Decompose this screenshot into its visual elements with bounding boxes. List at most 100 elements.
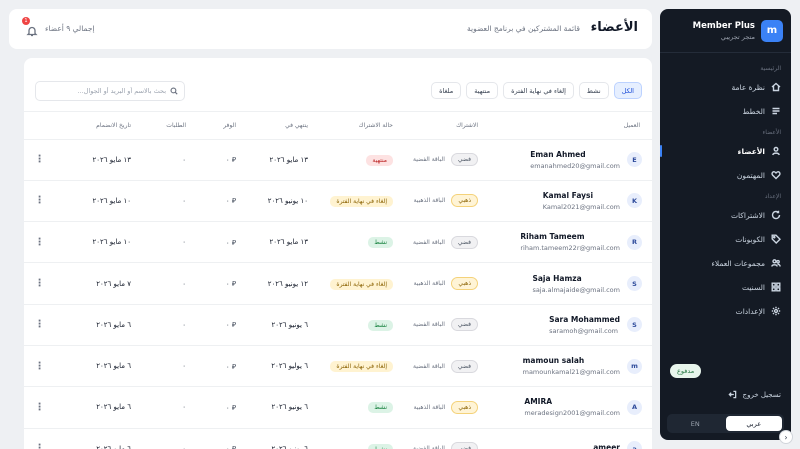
member-name[interactable]: Saja Hamza xyxy=(532,274,620,283)
search-input[interactable] xyxy=(46,87,166,95)
cell-subscription: فضي الباقة الفضية xyxy=(397,428,482,449)
cell-joined: ٦ مايو ٢٠٢٦ xyxy=(55,428,135,449)
plan-name: الباقة الذهبية xyxy=(413,197,446,205)
table-row[interactable]: m mamoun salah mamounkamal21@gmail.com فضي ا… xyxy=(24,345,652,388)
plan-name: الباقة الفضية xyxy=(413,238,445,246)
cell-customer: R Riham Tameem riham.tameem22r@gmail.com xyxy=(482,221,652,264)
member-name[interactable]: Eman Ahmed xyxy=(530,150,620,159)
currency-icon: ⃁ xyxy=(231,197,236,206)
row-menu-button[interactable]: ⋮ xyxy=(24,386,55,429)
cell-orders: ٠ xyxy=(135,221,190,264)
saved-value: ٠ xyxy=(225,156,230,165)
member-email: mamounkamal21@gmail.com xyxy=(522,368,620,377)
table-row[interactable]: S Saja Hamza saja.almajaide@gmail.com ذهبي ا… xyxy=(24,262,652,305)
sidebar-item-overview[interactable]: نظرة عامة xyxy=(660,75,791,99)
plan-name: الباقة الفضية xyxy=(413,156,445,164)
member-name[interactable]: AMIRA xyxy=(524,397,620,406)
sidebar-item-label: نظرة عامة xyxy=(731,82,766,92)
saved-value: ٠ xyxy=(225,321,230,330)
currency-icon: ⃁ xyxy=(231,403,236,412)
sidebar-collapse-button[interactable]: › xyxy=(779,430,793,444)
sidebar-item-settings[interactable]: الإعدادات xyxy=(660,299,791,323)
column-header-ends[interactable]: ينتهي في xyxy=(240,112,312,140)
filter-active[interactable]: نشط xyxy=(578,82,609,99)
table-row[interactable]: A AMIRA meradesign2001@gmail.com ذهبي الباقة… xyxy=(24,386,652,429)
cell-ends: ١٣ مايو ٢٠٢٦ xyxy=(240,221,312,264)
notification-count-badge: 1 xyxy=(22,17,30,25)
avatar: E xyxy=(627,152,642,168)
table-row[interactable]: aameerفضيالباقة الفضيةنشط٦ يونيو ٢٠٢٦⃁ ٠… xyxy=(24,428,652,449)
cell-joined: ٧ مايو ٢٠٢٦ xyxy=(55,262,135,305)
sidebar-item-customer-groups[interactable]: مجموعات العملاء xyxy=(660,251,791,275)
table-row[interactable]: E Eman Ahmed emanahmed20@gmail.com فضي الباق… xyxy=(24,139,652,181)
column-header-saved[interactable]: الوفر xyxy=(190,112,240,140)
saved-value: ٠ xyxy=(225,238,230,247)
member-name[interactable]: mamoun salah xyxy=(523,356,620,365)
column-header-joined[interactable]: تاريخ الانضمام xyxy=(55,112,135,140)
user-icon xyxy=(772,146,780,156)
member-email: riham.tameem22r@gmail.com xyxy=(520,244,620,253)
column-header-subscription[interactable]: الاشتراك xyxy=(397,112,482,140)
brand[interactable]: m Member Plus متجر تجريبي xyxy=(660,9,791,53)
status-badge: منتهية xyxy=(366,154,393,166)
cell-customer: A AMIRA meradesign2001@gmail.com xyxy=(482,386,652,429)
table-row[interactable]: K Kamal Faysi Kamal2021@gmail.com ذهبي الباق… xyxy=(24,180,652,223)
filter-cancelled[interactable]: ملغاة xyxy=(431,82,462,99)
search-box xyxy=(35,81,185,101)
row-menu-button[interactable]: ⋮ xyxy=(24,180,55,223)
row-menu-button[interactable]: ⋮ xyxy=(24,428,55,449)
member-name[interactable]: ameer xyxy=(593,443,620,449)
avatar: K xyxy=(627,193,642,209)
sidebar: m Member Plus متجر تجريبي الرئيسية نظرة … xyxy=(660,9,791,440)
brand-name: Member Plus xyxy=(692,20,755,31)
member-name[interactable]: Kamal Faysi xyxy=(543,191,620,200)
cell-orders: ٠ xyxy=(135,180,190,223)
cell-saved: ⃁ ٠ xyxy=(190,428,240,449)
row-menu-button[interactable]: ⋮ xyxy=(24,304,55,346)
plan-status-badge: مدفوع xyxy=(670,364,702,378)
cell-saved: ⃁ ٠ xyxy=(190,345,240,388)
column-header-status[interactable]: حالة الاشتراك xyxy=(312,112,397,140)
logout-button[interactable]: تسجيل خروج xyxy=(728,390,781,399)
brand-logo-text: m xyxy=(766,25,778,36)
cell-joined: ١٠ مايو ٢٠٢٦ xyxy=(55,180,135,223)
lang-en-button[interactable]: EN xyxy=(667,414,724,433)
tier-badge: فضي xyxy=(450,318,478,332)
member-name[interactable]: Riham Tameem xyxy=(520,232,620,241)
sidebar-item-snippet[interactable]: السنيت xyxy=(660,275,791,299)
column-header-customer[interactable]: العميل xyxy=(482,112,652,140)
row-menu-button[interactable]: ⋮ xyxy=(24,262,55,305)
tier-badge: ذهبي xyxy=(451,194,478,208)
tier-badge: ذهبي xyxy=(451,277,478,291)
filter-cancel-at-period-end[interactable]: إلغاء في نهاية الفترة xyxy=(503,82,574,99)
row-menu-button[interactable]: ⋮ xyxy=(24,345,55,388)
cell-customer: m mamoun salah mamounkamal21@gmail.com xyxy=(482,345,652,388)
refresh-icon xyxy=(771,210,781,220)
filter-all[interactable]: الكل xyxy=(613,82,642,99)
member-name[interactable]: Sara Mohammed xyxy=(549,315,620,324)
table-row[interactable]: S Sara Mohammed saramoh@gmail.com فضي الباقة… xyxy=(24,304,652,346)
filter-ended[interactable]: منتهية xyxy=(466,82,499,99)
member-info: m mamoun salah mamounkamal21@gmail.com xyxy=(486,356,642,376)
sidebar-item-coupons[interactable]: الكوبونات xyxy=(660,227,791,251)
tier-badge: فضي xyxy=(450,235,478,249)
avatar: S xyxy=(627,317,642,333)
avatar: S xyxy=(627,276,642,292)
cell-status: نشط xyxy=(312,304,397,346)
sidebar-item-subscriptions[interactable]: الاشتراكات xyxy=(660,203,791,227)
heart-icon xyxy=(771,171,781,180)
row-menu-button[interactable]: ⋮ xyxy=(24,139,55,181)
row-menu-button[interactable]: ⋮ xyxy=(24,221,55,264)
sidebar-item-interested[interactable]: المهتمون xyxy=(660,163,791,187)
sidebar-item-label: الإعدادات xyxy=(735,306,765,316)
sidebar-item-label: الخطط xyxy=(742,106,765,116)
language-switcher: EN عربي xyxy=(667,414,784,433)
sidebar-item-members[interactable]: الأعضاء xyxy=(660,139,791,163)
bell-icon xyxy=(26,26,38,37)
sidebar-item-plans[interactable]: الخطط xyxy=(660,99,791,123)
table-row[interactable]: R Riham Tameem riham.tameem22r@gmail.com فض… xyxy=(24,221,652,264)
column-header-orders[interactable]: الطلبات xyxy=(135,112,190,140)
page-title: الأعضاء xyxy=(590,20,638,35)
lang-ar-button[interactable]: عربي xyxy=(725,416,782,431)
users-icon xyxy=(771,259,781,267)
